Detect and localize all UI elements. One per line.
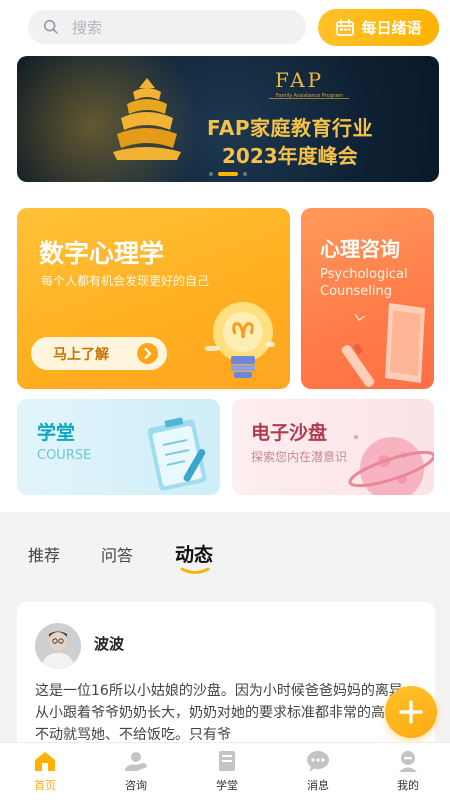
search-bar[interactable]: 搜索: [28, 10, 306, 44]
carousel-dot-active[interactable]: [218, 172, 238, 176]
calendar-icon: [336, 18, 355, 36]
daily-quote-label: 每日绪语: [361, 19, 422, 37]
summit-logo-icon: [113, 78, 181, 160]
arrow-right-icon: [137, 343, 158, 364]
banner-carousel[interactable]: FAP Family Assistance Program FAP家庭教育行业 …: [17, 56, 439, 182]
consult-icon: [125, 752, 147, 771]
course-card[interactable]: 学堂 COURSE: [17, 399, 220, 495]
tab-qa[interactable]: 问答: [101, 542, 133, 566]
app-screen: 搜索 每日绪语 FAP Family Assistance Program FA…: [0, 0, 450, 800]
add-post-button[interactable]: [385, 686, 437, 738]
daily-quote-button[interactable]: 每日绪语: [318, 9, 439, 46]
feed-post-card[interactable]: 波波 这是一位16所以小姑娘的沙盘。因为小时候爸爸妈妈的离异，从小跟着爷爷奶奶长…: [17, 602, 435, 762]
post-author[interactable]: 波波: [94, 633, 124, 654]
carousel-indicator: [17, 172, 439, 176]
counseling-title: 心理咨询: [320, 237, 400, 261]
post-text: 这是一位16所以小姑娘的沙盘。因为小时候爸爸妈妈的离异，从小跟着爷爷奶奶长大，奶…: [35, 683, 417, 743]
bottom-nav: 首页 咨询 学堂 消息 我的: [0, 742, 450, 800]
counseling-subtitle-line1: Psychological: [320, 267, 408, 282]
digital-psychology-subtitle: 每个人都有机会发现更好的自己: [41, 274, 210, 288]
banner-logo-text: FAP: [275, 68, 325, 92]
learn-more-button[interactable]: 马上了解: [31, 337, 167, 370]
carousel-dot[interactable]: [209, 172, 213, 176]
notebook-pen-icon: [341, 303, 425, 387]
carousel-dot[interactable]: [243, 172, 247, 176]
nav-profile-label: 我的: [397, 779, 419, 792]
nav-profile[interactable]: 我的: [378, 749, 438, 793]
user-photo-icon: [35, 623, 81, 669]
home-icon: [35, 752, 55, 771]
banner-title-line2: 2023年度峰会: [222, 144, 358, 168]
digital-psychology-title: 数字心理学: [39, 239, 165, 268]
search-icon: [43, 19, 58, 34]
course-title: 学堂: [37, 422, 76, 444]
sandbox-card[interactable]: 电子沙盘 探索您内在潜意识: [232, 399, 434, 495]
course-subtitle: COURSE: [37, 448, 92, 463]
search-placeholder: 搜索: [72, 18, 103, 37]
nav-home[interactable]: 首页: [15, 749, 75, 793]
banner-title-line1: FAP家庭教育行业: [207, 116, 374, 140]
nav-course[interactable]: 学堂: [197, 749, 257, 793]
digital-psychology-card[interactable]: 数字心理学 每个人都有机会发现更好的自己 马上了解: [17, 208, 290, 389]
sandbox-title: 电子沙盘: [251, 422, 328, 444]
nav-messages-label: 消息: [307, 779, 329, 792]
sandbox-subtitle: 探索您内在潜意识: [251, 450, 348, 464]
lightbulb-icon: [205, 302, 275, 378]
counseling-card[interactable]: 心理咨询 Psychological Counseling: [301, 208, 434, 389]
avatar[interactable]: [35, 623, 81, 669]
banner-logo-subtitle: Family Assistance Program: [276, 93, 344, 99]
top-section: 搜索 每日绪语 FAP Family Assistance Program FA…: [0, 0, 450, 512]
nav-home-label: 首页: [34, 779, 56, 792]
planet-icon: [348, 435, 434, 495]
book-icon: [219, 751, 235, 771]
nav-consult[interactable]: 咨询: [106, 749, 166, 793]
message-icon: [307, 751, 329, 772]
nav-course-label: 学堂: [216, 779, 238, 792]
nav-messages[interactable]: 消息: [288, 749, 348, 793]
profile-icon: [399, 751, 417, 772]
active-tab-indicator: [180, 567, 210, 574]
tab-activity[interactable]: 动态: [175, 540, 213, 567]
learn-more-label: 马上了解: [53, 346, 109, 363]
clipboard-icon: [147, 417, 207, 491]
tab-recommend[interactable]: 推荐: [28, 542, 60, 566]
nav-consult-label: 咨询: [125, 779, 147, 792]
feed-tabs: 推荐 问答 动态: [0, 534, 450, 578]
counseling-subtitle-line2: Counseling: [320, 284, 392, 299]
plus-icon: [399, 700, 423, 724]
